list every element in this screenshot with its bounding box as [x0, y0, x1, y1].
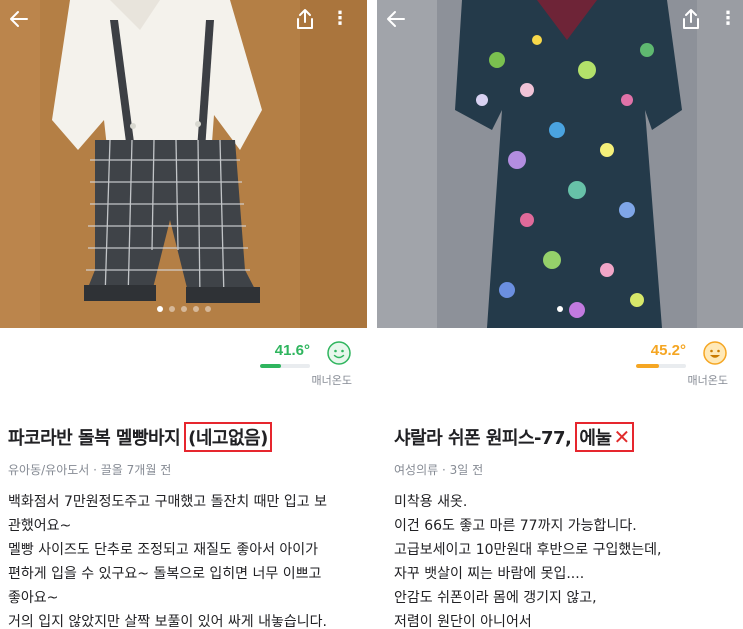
product-title: 파코라반 돌복 멜빵바지 (네고없음)	[8, 422, 272, 452]
description-line: 멜빵 사이즈도 단추로 조정되고 재질도 좋아서 아이가	[8, 542, 319, 558]
description-line: 고급보세이고 10만원대 후반으로 구입했는데,	[394, 542, 662, 558]
temperature-value: 45.2°	[650, 342, 686, 359]
product-photo[interactable]: ⋮	[377, 0, 743, 328]
temperature-bar	[260, 364, 310, 368]
pager-dot[interactable]	[168, 306, 175, 312]
temperature-bar-fill	[636, 364, 659, 368]
more-vertical-icon[interactable]: ⋮	[331, 6, 349, 32]
product-meta[interactable]: 여성의류 · 3일 전	[394, 461, 483, 478]
description-line: 이건 66도 좋고 마른 77까지 가능합니다.	[394, 518, 637, 534]
image-pager	[377, 306, 743, 312]
image-pager	[0, 306, 367, 312]
description-line: 편하게 입을 수 있구요~ 돌복으로 입히면 너무 이쁘고	[8, 566, 322, 582]
description-line: 안감도 쉬폰이라 몸에 갱기지 않고,	[394, 590, 597, 606]
manner-temperature[interactable]: 41.6° 매너온도	[242, 340, 352, 388]
smile-face-icon	[326, 340, 352, 366]
temperature-bar	[636, 364, 686, 368]
pager-dot[interactable]	[557, 306, 563, 312]
product-photo-overalls	[0, 0, 367, 328]
title-highlight-text: (네고없음)	[188, 428, 268, 449]
pager-dot[interactable]	[192, 306, 199, 312]
description-line: 저렴이 원단이 아니어서	[394, 614, 532, 629]
title-highlight-text: 에눌	[579, 428, 612, 449]
description-line: 미착용 새옷.	[394, 494, 468, 510]
top-bar: ⋮	[377, 0, 743, 40]
pager-dot[interactable]	[180, 306, 187, 312]
description-line: 백화점서 7만원정도주고 구매했고 돌잔치 때만 입고 보	[8, 494, 327, 510]
pager-dot[interactable]	[204, 306, 211, 312]
title-highlight-box: (네고없음)	[184, 422, 272, 452]
pager-dot[interactable]	[156, 306, 163, 312]
product-photo[interactable]: ⋮	[0, 0, 367, 328]
product-title: 샤랄라 쉬폰 원피스-77, 에눌 ✕	[394, 422, 634, 452]
panel-divider	[367, 0, 377, 629]
share-icon[interactable]	[679, 7, 703, 31]
product-photo-dress	[377, 0, 743, 328]
more-vertical-icon[interactable]: ⋮	[719, 6, 737, 32]
back-arrow-icon[interactable]	[383, 6, 409, 32]
temperature-value: 41.6°	[274, 342, 310, 359]
description-line: 관했어요~	[8, 518, 72, 534]
description-line: 좋아요~	[8, 590, 59, 606]
title-text: 파코라반 돌복 멜빵바지	[8, 428, 181, 449]
temperature-bar-fill	[260, 364, 281, 368]
product-meta[interactable]: 유아동/유아도서 · 끌올 7개월 전	[8, 461, 171, 478]
manner-temperature[interactable]: 45.2° 매너온도	[618, 340, 728, 388]
description-line: 자꾸 뱃살이 찌는 바람에 못입....	[394, 566, 585, 582]
top-bar: ⋮	[0, 0, 367, 40]
temperature-label: 매너온도	[687, 374, 728, 387]
product-detail-left: ⋮ 41.6° 매너온도 파코라반 돌복 멜빵바지 (네고없음) 유아동/유아도…	[0, 0, 367, 629]
product-description: 미착용 새옷. 이건 66도 좋고 마른 77까지 가능합니다. 고급보세이고 …	[394, 490, 661, 629]
red-x-icon: ✕	[613, 425, 631, 449]
product-detail-right: ⋮ 45.2° 매너온도 샤랄라 쉬폰 원피스-77, 에눌 ✕ 여성의류 · 3…	[377, 0, 743, 629]
product-description: 백화점서 7만원정도주고 구매했고 돌잔치 때만 입고 보 관했어요~ 멜빵 사…	[8, 490, 327, 629]
smile-face-icon	[702, 340, 728, 366]
share-icon[interactable]	[293, 7, 317, 31]
description-line: 거의 입지 않았지만 살짝 보풀이 있어 싸게 내놓습니다.	[8, 614, 327, 629]
title-text: 샤랄라 쉬폰 원피스-77,	[394, 428, 572, 449]
back-arrow-icon[interactable]	[6, 6, 32, 32]
title-highlight-box: 에눌 ✕	[575, 422, 634, 452]
temperature-label: 매너온도	[311, 374, 352, 387]
